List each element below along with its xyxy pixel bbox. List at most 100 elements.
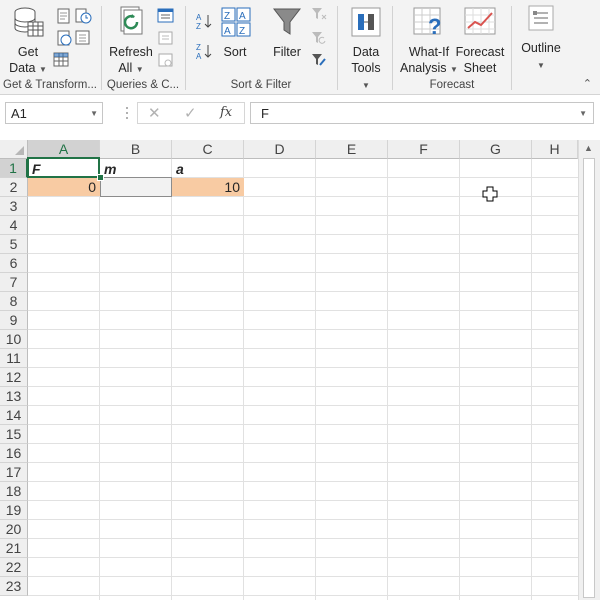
cell-a2[interactable]: 0	[28, 178, 100, 196]
row-header-11[interactable]: 11	[0, 349, 28, 368]
forecast-sheet-button[interactable]: Forecast Sheet	[455, 4, 505, 76]
from-table-icon[interactable]	[52, 52, 70, 68]
row-header-7[interactable]: 7	[0, 273, 28, 292]
insert-function-icon[interactable]: fx	[220, 105, 232, 120]
what-if-icon: ?	[411, 4, 447, 40]
row-header-22[interactable]: 22	[0, 558, 28, 577]
row-gridline	[28, 481, 578, 482]
row-header-6[interactable]: 6	[0, 254, 28, 273]
data-tools-label-2: Tools ▼	[351, 61, 381, 90]
row-gridline	[28, 443, 578, 444]
fill-handle[interactable]	[97, 174, 104, 181]
column-header-a[interactable]: A	[28, 140, 100, 159]
data-tools-button[interactable]: Data Tools ▼	[346, 4, 386, 94]
formula-bar-handle[interactable]	[124, 106, 130, 125]
recent-sources-icon[interactable]	[74, 8, 92, 24]
outline-caret: ▼	[518, 56, 564, 74]
row-header-23[interactable]: 23	[0, 577, 28, 596]
collapse-ribbon-icon[interactable]: ⌃	[583, 77, 592, 90]
sort-z-to-a-icon[interactable]: ZA	[195, 42, 213, 61]
column-header-b[interactable]: B	[100, 140, 172, 159]
expand-formula-icon[interactable]: ▼	[579, 103, 587, 125]
row-gridline	[28, 348, 578, 349]
svg-text:Z: Z	[196, 43, 201, 52]
what-if-analysis-button[interactable]: ? What-If Analysis ▼	[399, 4, 459, 78]
row-header-13[interactable]: 13	[0, 387, 28, 406]
svg-text:Z: Z	[239, 26, 245, 37]
column-header-c[interactable]: C	[172, 140, 244, 159]
column-gridline	[99, 159, 100, 600]
scroll-up-icon[interactable]: ▲	[584, 143, 593, 153]
cell-b1[interactable]: m	[100, 160, 172, 178]
name-box[interactable]: A1 ▼	[5, 102, 103, 124]
row-header-19[interactable]: 19	[0, 501, 28, 520]
row-header-2[interactable]: 2	[0, 178, 28, 197]
scroll-thumb[interactable]	[583, 158, 595, 598]
column-header-f[interactable]: F	[388, 140, 460, 159]
cell-c2[interactable]: 10	[172, 178, 244, 196]
row-header-14[interactable]: 14	[0, 406, 28, 425]
sort-a-to-z-icon[interactable]: AZ	[195, 12, 213, 31]
row-header-17[interactable]: 17	[0, 463, 28, 482]
from-text-icon[interactable]	[55, 8, 73, 24]
row-header-15[interactable]: 15	[0, 425, 28, 444]
row-gridline	[28, 253, 578, 254]
cancel-icon[interactable]: ✕	[148, 104, 161, 122]
what-if-label-1: What-If	[408, 45, 450, 59]
row-header-10[interactable]: 10	[0, 330, 28, 349]
select-all-button[interactable]	[0, 140, 28, 159]
row-header-20[interactable]: 20	[0, 520, 28, 539]
row-header-5[interactable]: 5	[0, 235, 28, 254]
from-web-icon[interactable]	[55, 30, 73, 46]
svg-text:A: A	[224, 26, 231, 37]
formula-input[interactable]: F ▼	[250, 102, 594, 124]
row-gridline	[28, 576, 578, 577]
forecast-chart-icon	[462, 4, 498, 40]
row-header-21[interactable]: 21	[0, 539, 28, 558]
get-data-button[interactable]: Get Data ▼	[8, 4, 48, 78]
row-header-3[interactable]: 3	[0, 197, 28, 216]
svg-text:Z: Z	[196, 22, 201, 30]
outline-button[interactable]: Outline ▼	[518, 4, 564, 74]
get-data-label-1: Get	[17, 45, 39, 59]
row-header-12[interactable]: 12	[0, 368, 28, 387]
column-header-h[interactable]: H	[532, 140, 578, 159]
properties-icon[interactable]	[157, 30, 175, 46]
existing-connections-icon[interactable]	[74, 30, 92, 46]
queries-connections-icon[interactable]	[157, 8, 175, 24]
refresh-all-button[interactable]: Refresh All ▼	[108, 4, 154, 78]
advanced-filter-icon[interactable]	[310, 52, 328, 68]
column-header-g[interactable]: G	[460, 140, 532, 159]
formula-buttons: ✕ ✓ fx	[137, 102, 245, 124]
row-header-16[interactable]: 16	[0, 444, 28, 463]
edit-links-icon[interactable]	[157, 52, 175, 68]
row-gridline	[28, 500, 578, 501]
row-header-4[interactable]: 4	[0, 216, 28, 235]
forecast-label-1: Forecast	[455, 45, 505, 59]
row-gridline	[28, 519, 578, 520]
chevron-down-icon[interactable]: ▼	[90, 103, 98, 125]
filter-button[interactable]: Filter	[268, 4, 306, 60]
column-header-d[interactable]: D	[244, 140, 316, 159]
row-gridline	[28, 215, 578, 216]
sort-button[interactable]: Z A A Z Sort	[218, 4, 252, 60]
row-gridline	[28, 538, 578, 539]
row-header-1[interactable]: 1	[0, 159, 28, 178]
row-header-9[interactable]: 9	[0, 311, 28, 330]
forecast-label-2: Sheet	[463, 61, 497, 75]
reapply-icon[interactable]	[310, 30, 328, 46]
cell-a1[interactable]: F	[28, 160, 100, 178]
group-get-transform: Get Data ▼ Get & Transform...	[0, 0, 100, 94]
column-header-e[interactable]: E	[316, 140, 388, 159]
row-header-18[interactable]: 18	[0, 482, 28, 501]
enter-icon[interactable]: ✓	[184, 104, 197, 122]
chevron-down-icon: ▼	[362, 81, 370, 90]
clear-filter-icon[interactable]	[310, 6, 328, 22]
group-data-tools: Data Tools ▼	[338, 0, 392, 94]
cell-c1[interactable]: a	[172, 160, 244, 178]
cell-b2[interactable]	[100, 177, 172, 197]
vertical-scrollbar[interactable]: ▲	[578, 140, 600, 600]
sort-icon: Z A A Z	[218, 4, 254, 40]
svg-text:A: A	[196, 52, 202, 60]
row-header-8[interactable]: 8	[0, 292, 28, 311]
